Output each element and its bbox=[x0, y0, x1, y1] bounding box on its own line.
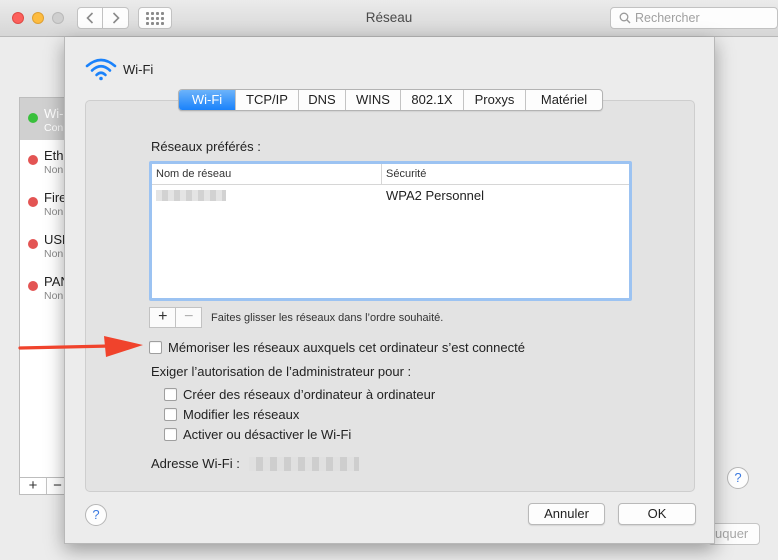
add-network-button[interactable]: + bbox=[150, 308, 175, 327]
modify-networks-checkbox[interactable] bbox=[164, 408, 177, 421]
wifi-icon bbox=[85, 58, 117, 81]
tab-8021x[interactable]: 802.1X bbox=[400, 90, 463, 110]
wifi-address-label: Adresse Wi-Fi : bbox=[151, 456, 240, 471]
status-dot bbox=[28, 113, 38, 123]
toggle-wifi-checkbox[interactable] bbox=[164, 428, 177, 441]
modify-networks-label: Modifier les réseaux bbox=[183, 407, 300, 422]
table-row[interactable]: WPA2 Personnel bbox=[152, 185, 629, 207]
annotation-arrow-icon bbox=[18, 336, 143, 357]
service-item-ethernet[interactable]: Ethernet Non connecté bbox=[20, 140, 67, 182]
service-item-pan[interactable]: PAN Non connecté bbox=[20, 266, 67, 308]
wifi-advanced-sheet: Wi-Fi Wi-Fi TCP/IP DNS WINS 802.1X Proxy… bbox=[64, 37, 715, 544]
preferred-networks-label: Réseaux préférés : bbox=[151, 139, 261, 154]
search-placeholder: Rechercher bbox=[635, 11, 700, 25]
network-name-cell bbox=[152, 185, 382, 207]
status-dot bbox=[28, 281, 38, 291]
create-networks-checkbox[interactable] bbox=[164, 388, 177, 401]
ok-button[interactable]: OK bbox=[618, 503, 696, 525]
tab-dns[interactable]: DNS bbox=[298, 90, 345, 110]
service-list: Wi-Fi Connecté Ethernet Non connecté Fir… bbox=[19, 97, 67, 495]
create-networks-label: Créer des réseaux d’ordinateur à ordinat… bbox=[183, 387, 436, 402]
tab-bar: Wi-Fi TCP/IP DNS WINS 802.1X Proxys Maté… bbox=[178, 89, 603, 111]
network-list-controls: + − bbox=[149, 307, 202, 328]
status-dot bbox=[28, 197, 38, 207]
remember-networks-option[interactable]: Mémoriser les réseaux auxquels cet ordin… bbox=[149, 340, 525, 355]
search-field[interactable]: Rechercher bbox=[610, 7, 778, 29]
security-cell: WPA2 Personnel bbox=[386, 188, 485, 203]
remove-network-button[interactable]: − bbox=[175, 308, 201, 327]
admin-option-toggle-wifi[interactable]: Activer ou désactiver le Wi-Fi bbox=[164, 427, 351, 442]
status-dot bbox=[28, 155, 38, 165]
help-button-background[interactable]: ? bbox=[727, 467, 749, 489]
tab-proxys[interactable]: Proxys bbox=[463, 90, 525, 110]
tab-tcpip[interactable]: TCP/IP bbox=[235, 90, 298, 110]
redacted-network-name bbox=[156, 190, 226, 201]
service-item-usb[interactable]: USB Non connecté bbox=[20, 224, 67, 266]
sheet-title: Wi-Fi bbox=[123, 61, 154, 77]
tab-wins[interactable]: WINS bbox=[345, 90, 400, 110]
service-item-firewire[interactable]: FireWire Non connecté bbox=[20, 182, 67, 224]
column-header-network-name[interactable]: Nom de réseau bbox=[152, 164, 382, 184]
preferred-networks-table[interactable]: Nom de réseau Sécurité WPA2 Personnel bbox=[149, 161, 632, 301]
table-header: Nom de réseau Sécurité bbox=[152, 164, 629, 185]
admin-required-label: Exiger l’autorisation de l’administrateu… bbox=[151, 364, 412, 379]
tab-materiel[interactable]: Matériel bbox=[525, 90, 602, 110]
drag-hint-text: Faites glisser les réseaux dans l’ordre … bbox=[211, 312, 444, 324]
service-list-controls: + − bbox=[19, 477, 67, 495]
status-dot bbox=[28, 239, 38, 249]
add-service-button[interactable]: + bbox=[22, 478, 44, 494]
admin-option-modify-networks[interactable]: Modifier les réseaux bbox=[164, 407, 299, 422]
remember-networks-checkbox[interactable] bbox=[149, 341, 162, 354]
window-toolbar: Réseau Rechercher bbox=[0, 0, 778, 37]
wifi-address-row: Adresse Wi-Fi : bbox=[151, 456, 359, 471]
tab-wifi[interactable]: Wi-Fi bbox=[179, 90, 235, 110]
redacted-wifi-address bbox=[248, 456, 359, 471]
help-button[interactable]: ? bbox=[85, 504, 107, 526]
toggle-wifi-label: Activer ou désactiver le Wi-Fi bbox=[183, 427, 352, 442]
column-header-security[interactable]: Sécurité bbox=[382, 164, 426, 184]
search-icon bbox=[619, 12, 631, 24]
remember-networks-label: Mémoriser les réseaux auxquels cet ordin… bbox=[168, 340, 525, 355]
cancel-button[interactable]: Annuler bbox=[528, 503, 605, 525]
admin-option-create-networks[interactable]: Créer des réseaux d’ordinateur à ordinat… bbox=[164, 387, 435, 402]
background-button[interactable]: uquer bbox=[708, 523, 760, 545]
service-item-wifi[interactable]: Wi-Fi Connecté bbox=[20, 98, 67, 140]
sheet-header: Wi-Fi bbox=[85, 57, 153, 81]
